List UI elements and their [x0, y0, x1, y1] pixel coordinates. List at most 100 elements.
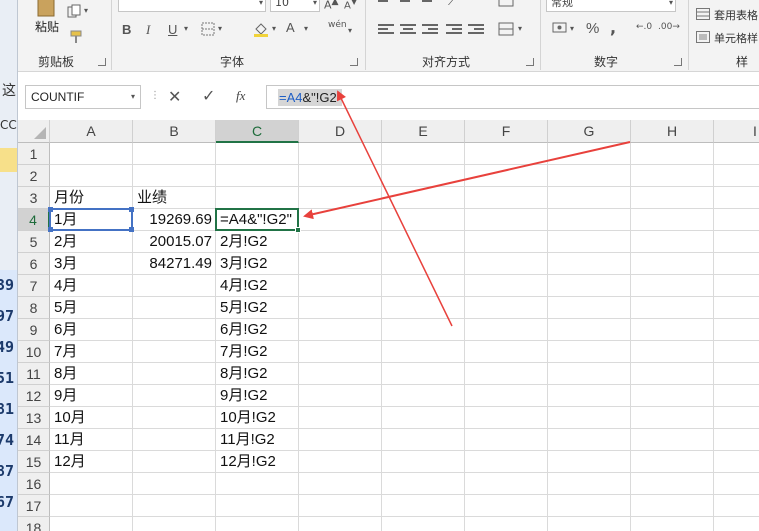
chevron-down-icon[interactable]: ▾: [518, 24, 522, 33]
cancel-icon[interactable]: ✕: [168, 87, 181, 106]
row-header-13[interactable]: 13: [18, 407, 50, 429]
formula-input[interactable]: =A4&"!G2": [266, 85, 759, 109]
cell-b3[interactable]: 业绩: [137, 187, 212, 209]
cell-a12[interactable]: 9月: [54, 385, 129, 407]
row-header-10[interactable]: 10: [18, 341, 50, 363]
align-top-icon[interactable]: [378, 0, 394, 8]
cell-c8[interactable]: 5月!G2: [220, 297, 295, 319]
decrease-decimal-icon[interactable]: .00→: [658, 22, 680, 32]
row-header-1[interactable]: 1: [18, 143, 50, 165]
more-options-icon[interactable]: ⋮: [150, 90, 160, 101]
cell-style-button[interactable]: 单元格样: [714, 30, 758, 46]
increase-indent-icon[interactable]: [468, 24, 484, 36]
insert-function-button[interactable]: fx: [236, 88, 245, 104]
underline-button[interactable]: U: [168, 22, 177, 37]
cell-b5[interactable]: 20015.07: [137, 231, 212, 253]
cell-a13[interactable]: 10月: [54, 407, 129, 429]
row-header-14[interactable]: 14: [18, 429, 50, 451]
column-header-c[interactable]: C: [216, 120, 299, 143]
table-format-icon[interactable]: [696, 8, 710, 24]
cell-a15[interactable]: 12月: [54, 451, 129, 473]
decrease-indent-icon[interactable]: [446, 24, 462, 36]
paste-icon[interactable]: [32, 0, 60, 18]
row-header-11[interactable]: 11: [18, 363, 50, 385]
worksheet-grid[interactable]: A B C D E F G H I 1 2 3 4 5 6 7 8 9 10 11 12 13 14 15 16 17 18 月份 业绩…: [18, 120, 759, 531]
copy-icon[interactable]: [66, 4, 84, 22]
format-painter-icon[interactable]: [68, 30, 86, 48]
align-bottom-icon[interactable]: [422, 0, 438, 8]
name-box[interactable]: COUNTIF ▾: [25, 85, 141, 109]
chevron-down-icon[interactable]: ▾: [348, 26, 352, 35]
row-header-17[interactable]: 17: [18, 495, 50, 517]
column-header-a[interactable]: A: [50, 120, 133, 143]
increase-decimal-icon[interactable]: ←.0: [636, 22, 652, 32]
paste-button[interactable]: 粘贴: [32, 18, 62, 35]
currency-icon[interactable]: [552, 20, 568, 38]
chevron-down-icon[interactable]: ▾: [218, 24, 222, 33]
font-color-button[interactable]: A: [286, 20, 295, 35]
column-header-h[interactable]: H: [631, 120, 714, 143]
table-format-button[interactable]: 套用表格: [714, 7, 758, 23]
font-size-combo[interactable]: 10 ▾: [270, 0, 320, 12]
cell-a5[interactable]: 2月: [54, 231, 129, 253]
row-header-7[interactable]: 7: [18, 275, 50, 297]
column-header-g[interactable]: G: [548, 120, 631, 143]
comma-button[interactable]: ,: [610, 18, 616, 37]
align-right-icon[interactable]: [422, 24, 438, 36]
shrink-font-icon[interactable]: A▼: [344, 0, 357, 11]
chevron-down-icon[interactable]: ▾: [184, 24, 188, 33]
number-format-combo[interactable]: 常规 ▾: [546, 0, 676, 12]
row-header-8[interactable]: 8: [18, 297, 50, 319]
chevron-down-icon[interactable]: ▾: [131, 86, 135, 108]
font-name-combo[interactable]: ▾: [118, 0, 266, 12]
column-header-b[interactable]: B: [133, 120, 216, 143]
cell-a7[interactable]: 4月: [54, 275, 129, 297]
row-header-5[interactable]: 5: [18, 231, 50, 253]
cell-a14[interactable]: 11月: [54, 429, 129, 451]
cell-b6[interactable]: 84271.49: [137, 253, 212, 275]
cell-c14[interactable]: 11月!G2: [220, 429, 295, 451]
row-header-12[interactable]: 12: [18, 385, 50, 407]
column-header-f[interactable]: F: [465, 120, 548, 143]
cell-c12[interactable]: 9月!G2: [220, 385, 295, 407]
grow-font-icon[interactable]: A▲: [324, 0, 339, 12]
column-header-i[interactable]: I: [714, 120, 759, 143]
row-header-15[interactable]: 15: [18, 451, 50, 473]
border-icon[interactable]: [200, 22, 216, 40]
alignment-launcher-icon[interactable]: [526, 58, 534, 66]
italic-button[interactable]: I: [146, 22, 150, 38]
fill-handle[interactable]: [295, 227, 301, 233]
bold-button[interactable]: B: [122, 22, 131, 37]
wrap-text-icon[interactable]: [498, 0, 514, 12]
row-header-18[interactable]: 18: [18, 517, 50, 531]
cell-c10[interactable]: 7月!G2: [220, 341, 295, 363]
cell-c15[interactable]: 12月!G2: [220, 451, 295, 473]
column-header-d[interactable]: D: [299, 120, 382, 143]
row-header-4[interactable]: 4: [18, 209, 50, 231]
percent-button[interactable]: %: [586, 20, 599, 37]
enter-icon[interactable]: ✓: [202, 86, 215, 105]
align-middle-icon[interactable]: [400, 0, 416, 8]
chevron-down-icon[interactable]: ▾: [570, 24, 574, 33]
align-center-icon[interactable]: [400, 24, 416, 36]
row-header-6[interactable]: 6: [18, 253, 50, 275]
cell-c9[interactable]: 6月!G2: [220, 319, 295, 341]
row-header-9[interactable]: 9: [18, 319, 50, 341]
cell-a9[interactable]: 6月: [54, 319, 129, 341]
phonetic-button[interactable]: wén: [328, 20, 347, 30]
cell-b4[interactable]: 19269.69: [137, 209, 212, 231]
cell-a11[interactable]: 8月: [54, 363, 129, 385]
column-header-e[interactable]: E: [382, 120, 465, 143]
cell-c11[interactable]: 8月!G2: [220, 363, 295, 385]
cell-style-icon[interactable]: [696, 31, 710, 47]
chevron-down-icon[interactable]: ▾: [304, 24, 308, 33]
cell-a10[interactable]: 7月: [54, 341, 129, 363]
orientation-icon[interactable]: ⟋: [448, 0, 456, 9]
cell-c13[interactable]: 10月!G2: [220, 407, 295, 429]
row-header-3[interactable]: 3: [18, 187, 50, 209]
select-all-corner[interactable]: [18, 120, 50, 143]
cell-c7[interactable]: 4月!G2: [220, 275, 295, 297]
cell-a8[interactable]: 5月: [54, 297, 129, 319]
merge-center-icon[interactable]: [498, 22, 514, 40]
row-header-16[interactable]: 16: [18, 473, 50, 495]
